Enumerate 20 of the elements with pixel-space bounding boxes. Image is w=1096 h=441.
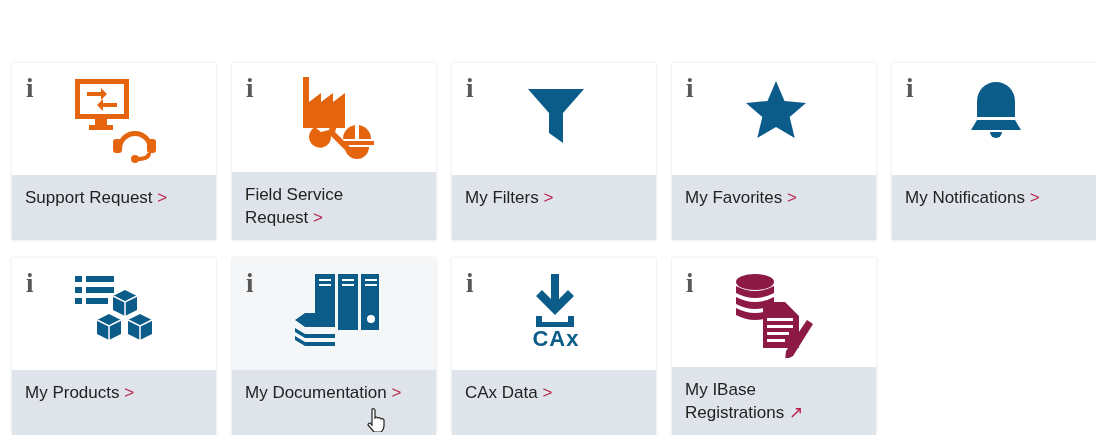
tile-card[interactable]: i CAx CAx Data > [452,258,656,435]
hand-cursor-icon [366,408,386,432]
tile-card[interactable]: i My IBase Registrations ↗ [672,258,876,435]
info-button[interactable]: i [12,63,46,102]
tile-card[interactable]: i My Documentation > [232,258,436,435]
tile-card[interactable]: i My Favorites > [672,63,876,240]
tile-card[interactable]: i Field Service Request > [232,63,436,240]
info-button[interactable]: i [672,63,706,102]
info-button[interactable]: i [452,258,486,297]
info-button[interactable]: i [232,63,266,102]
info-button[interactable]: i [672,258,706,297]
info-button[interactable]: i [892,63,926,102]
tile-card[interactable]: i My Notifications > [892,63,1096,240]
tile-card[interactable]: i My Filters > [452,63,656,240]
tile-card[interactable]: i Support Request > [12,63,216,240]
info-button[interactable]: i [452,63,486,102]
info-button[interactable]: i [232,258,266,297]
icon-caption: CAx [532,328,580,350]
tile-card[interactable]: i My Products > [12,258,216,435]
info-button[interactable]: i [12,258,46,297]
